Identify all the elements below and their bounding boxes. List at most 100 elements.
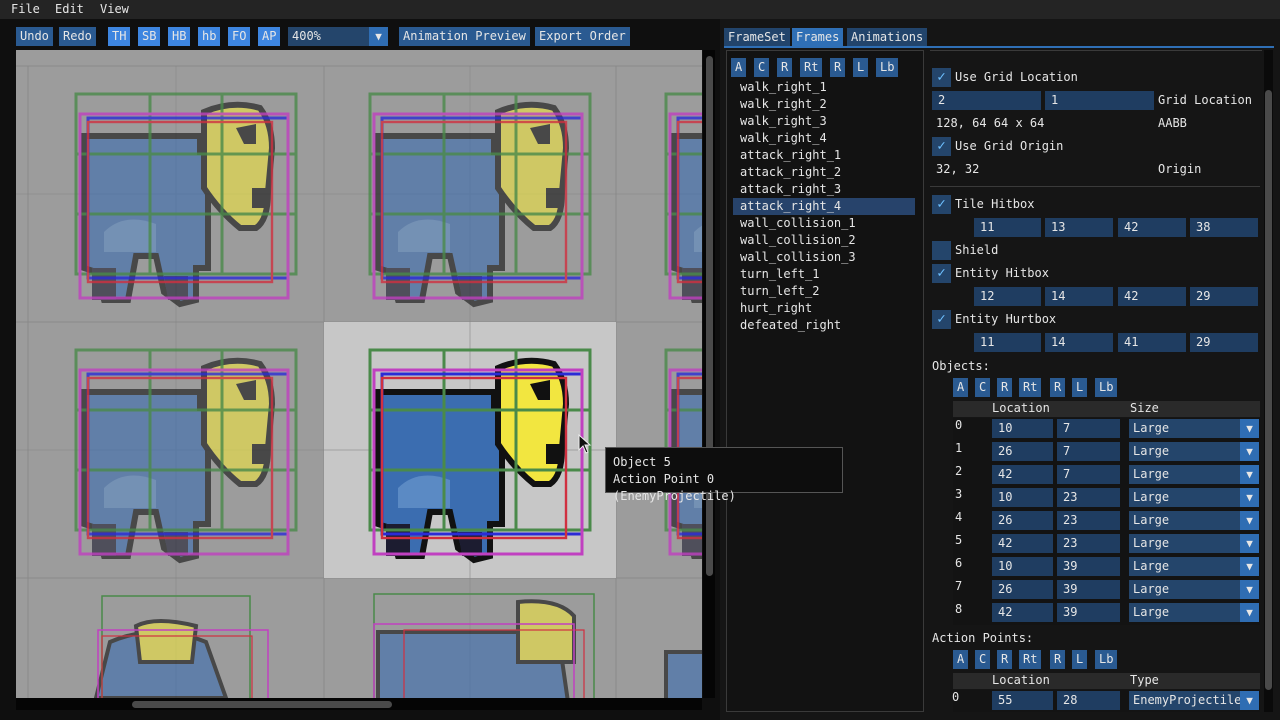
frame-list-item-selected[interactable]: attack_right_4 <box>733 198 915 215</box>
ap-raise-top-button[interactable]: Rt <box>1019 650 1042 669</box>
entity-hurtbox-checkbox[interactable]: ✓ <box>932 310 951 329</box>
canvas-horizontal-scrollbar[interactable] <box>16 698 702 710</box>
entity-hitbox-w-input[interactable]: 42 <box>1118 287 1186 306</box>
frames-rename-button[interactable]: R <box>777 58 793 77</box>
grid-x-input[interactable]: 2 <box>932 91 1041 110</box>
object-x-input[interactable]: 26 <box>992 511 1053 530</box>
frames-lower-bottom-button[interactable]: Lb <box>876 58 899 77</box>
object-x-input[interactable]: 10 <box>992 557 1053 576</box>
objects-lower-bottom-button[interactable]: Lb <box>1095 378 1118 397</box>
objects-rename-button[interactable]: R <box>997 378 1013 397</box>
object-x-input[interactable]: 26 <box>992 580 1053 599</box>
frames-raise-button[interactable]: R <box>830 58 846 77</box>
tile-hitbox-x-input[interactable]: 11 <box>974 218 1041 237</box>
objects-lower-button[interactable]: L <box>1072 378 1088 397</box>
frame-list-item[interactable]: turn_left_2 <box>740 283 819 300</box>
ap-add-button[interactable]: A <box>953 650 969 669</box>
ap-lower-bottom-button[interactable]: Lb <box>1095 650 1118 669</box>
object-y-input[interactable]: 39 <box>1057 603 1120 622</box>
frame-list-item[interactable]: attack_right_1 <box>740 147 841 164</box>
chevron-down-icon[interactable]: ▼ <box>1240 442 1259 461</box>
use-grid-origin-checkbox[interactable]: ✓ <box>932 137 951 156</box>
object-y-input[interactable]: 7 <box>1057 419 1120 438</box>
object-size-select[interactable]: Large ▼ <box>1129 419 1259 438</box>
object-y-input[interactable]: 23 <box>1057 511 1120 530</box>
grid-y-input[interactable]: 1 <box>1045 91 1154 110</box>
object-size-select[interactable]: Large ▼ <box>1129 603 1259 622</box>
menu-view[interactable]: View <box>97 2 132 17</box>
tab-frames[interactable]: Frames <box>792 28 844 46</box>
chevron-down-icon[interactable]: ▼ <box>1240 557 1259 576</box>
object-size-select[interactable]: Large ▼ <box>1129 488 1259 507</box>
frame-list-item[interactable]: walk_right_2 <box>740 96 827 113</box>
chevron-down-icon[interactable]: ▼ <box>1240 534 1259 553</box>
tile-hitbox-y-input[interactable]: 13 <box>1045 218 1113 237</box>
object-y-input[interactable]: 39 <box>1057 580 1120 599</box>
frame-list-item[interactable]: defeated_right <box>740 317 841 334</box>
chevron-down-icon[interactable]: ▼ <box>1240 603 1259 622</box>
object-size-select[interactable]: Large ▼ <box>1129 465 1259 484</box>
objects-raise-top-button[interactable]: Rt <box>1019 378 1042 397</box>
tile-hitbox-h-input[interactable]: 38 <box>1190 218 1258 237</box>
object-size-select[interactable]: Large ▼ <box>1129 557 1259 576</box>
objects-add-button[interactable]: A <box>953 378 969 397</box>
chevron-down-icon[interactable]: ▼ <box>1240 419 1259 438</box>
toggle-shield-box[interactable]: SB <box>138 27 161 46</box>
ap-clone-button[interactable]: C <box>975 650 991 669</box>
chevron-down-icon[interactable]: ▼ <box>1240 465 1259 484</box>
object-x-input[interactable]: 10 <box>992 488 1053 507</box>
toggle-hurtbox[interactable]: hb <box>198 27 221 46</box>
toggle-frame-objects[interactable]: FO <box>228 27 251 46</box>
frame-list-item[interactable]: attack_right_3 <box>740 181 841 198</box>
chevron-down-icon[interactable]: ▼ <box>1240 511 1259 530</box>
props-scrollbar[interactable] <box>1264 50 1273 712</box>
entity-hitbox-checkbox[interactable]: ✓ <box>932 264 951 283</box>
object-x-input[interactable]: 26 <box>992 442 1053 461</box>
object-y-input[interactable]: 23 <box>1057 534 1120 553</box>
props-scroll-thumb[interactable] <box>1265 90 1272 690</box>
frame-list-item[interactable]: attack_right_2 <box>740 164 841 181</box>
tile-hitbox-w-input[interactable]: 42 <box>1118 218 1186 237</box>
frames-clone-button[interactable]: C <box>754 58 770 77</box>
entity-hurtbox-w-input[interactable]: 41 <box>1118 333 1186 352</box>
frame-list-item[interactable]: walk_right_4 <box>740 130 827 147</box>
toggle-tile-hitbox[interactable]: TH <box>108 27 131 46</box>
object-y-input[interactable]: 39 <box>1057 557 1120 576</box>
ap-y-input[interactable]: 28 <box>1057 691 1120 710</box>
ap-x-input[interactable]: 55 <box>992 691 1053 710</box>
menu-file[interactable]: File <box>8 2 43 17</box>
chevron-down-icon[interactable]: ▼ <box>1240 580 1259 599</box>
horizontal-scroll-thumb[interactable] <box>132 701 392 708</box>
object-size-select[interactable]: Large ▼ <box>1129 580 1259 599</box>
frame-list-item[interactable]: hurt_right <box>740 300 812 317</box>
object-x-input[interactable]: 42 <box>992 534 1053 553</box>
frames-raise-top-button[interactable]: Rt <box>800 58 823 77</box>
chevron-down-icon[interactable]: ▼ <box>1240 691 1259 710</box>
chevron-down-icon[interactable]: ▼ <box>369 27 388 46</box>
entity-hurtbox-x-input[interactable]: 11 <box>974 333 1041 352</box>
entity-hurtbox-y-input[interactable]: 14 <box>1045 333 1113 352</box>
canvas-vertical-scrollbar[interactable] <box>703 50 715 698</box>
ap-raise-button[interactable]: R <box>1050 650 1066 669</box>
use-grid-location-checkbox[interactable]: ✓ <box>932 68 951 87</box>
ap-rename-button[interactable]: R <box>997 650 1013 669</box>
object-size-select[interactable]: Large ▼ <box>1129 534 1259 553</box>
ap-lower-button[interactable]: L <box>1072 650 1088 669</box>
object-x-input[interactable]: 10 <box>992 419 1053 438</box>
object-x-input[interactable]: 42 <box>992 603 1053 622</box>
export-order-button[interactable]: Export Order <box>535 27 630 46</box>
object-x-input[interactable]: 42 <box>992 465 1053 484</box>
redo-button[interactable]: Redo <box>59 27 96 46</box>
entity-hitbox-h-input[interactable]: 29 <box>1190 287 1258 306</box>
frames-lower-button[interactable]: L <box>853 58 869 77</box>
zoom-select[interactable]: 400% ▼ <box>288 27 388 46</box>
entity-hitbox-x-input[interactable]: 12 <box>974 287 1041 306</box>
frame-list-item[interactable]: wall_collision_2 <box>740 232 856 249</box>
toggle-hitbox[interactable]: HB <box>168 27 191 46</box>
object-y-input[interactable]: 23 <box>1057 488 1120 507</box>
animation-preview-button[interactable]: Animation Preview <box>399 27 530 46</box>
frame-canvas[interactable] <box>16 50 702 698</box>
menu-edit[interactable]: Edit <box>52 2 87 17</box>
frame-list-item[interactable]: walk_right_3 <box>740 113 827 130</box>
frame-list-item[interactable]: wall_collision_1 <box>740 215 856 232</box>
